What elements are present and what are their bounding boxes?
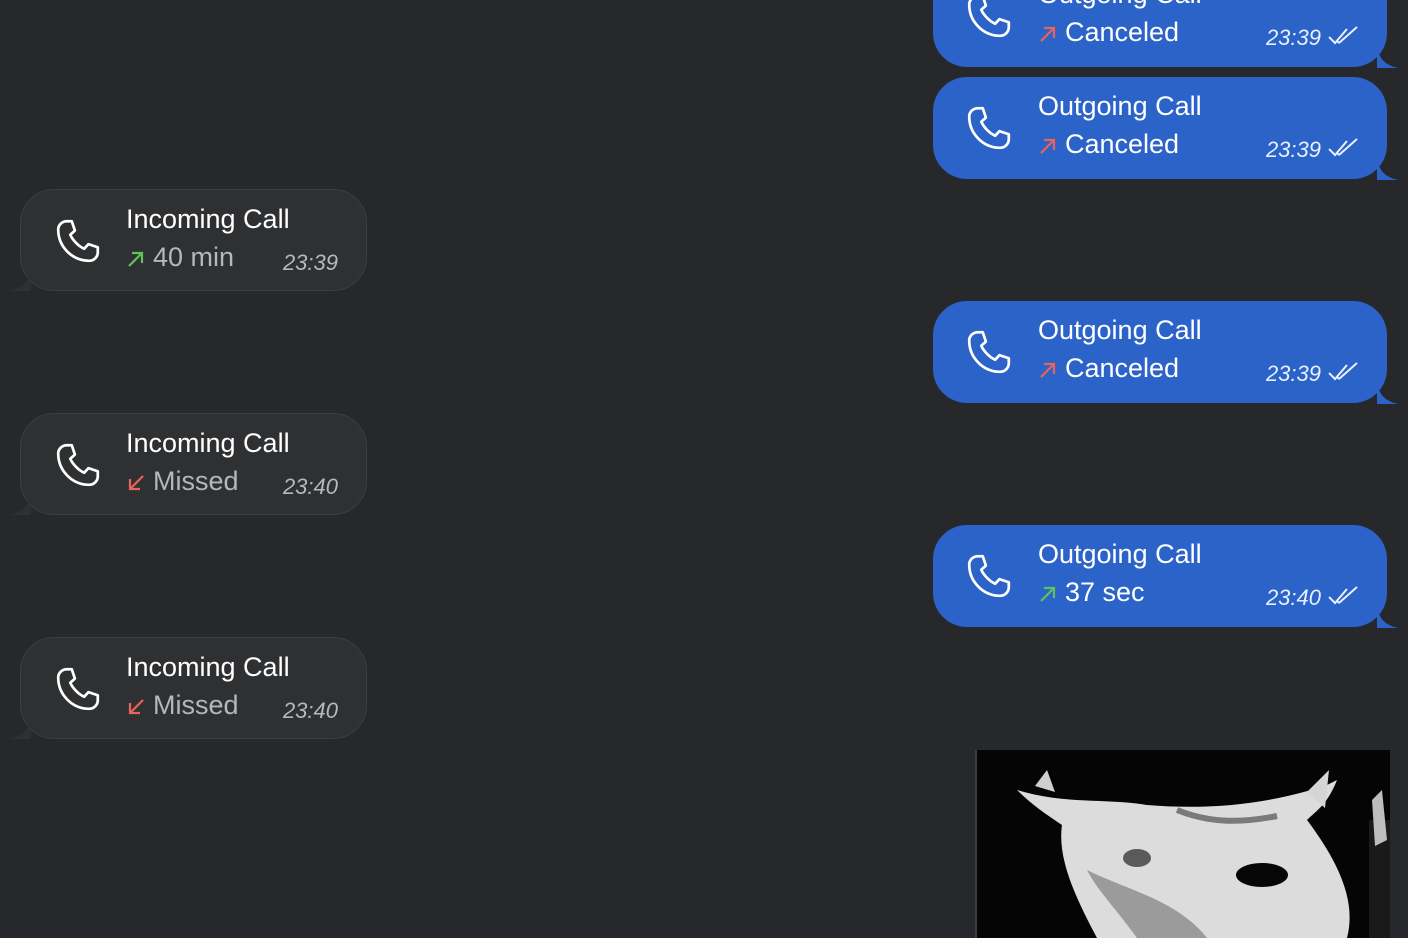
call-status: 40 min <box>125 242 234 273</box>
phone-icon[interactable] <box>964 551 1014 601</box>
arrow-up-right-green-icon <box>1040 586 1056 602</box>
call-status: Canceled <box>1037 353 1179 384</box>
bubble-tail <box>9 717 31 739</box>
call-status-text: Canceled <box>1065 129 1180 159</box>
outgoing-call-message[interactable]: Outgoing Call Canceled 23:39 <box>933 77 1399 180</box>
message-time: 23:39 <box>1265 137 1321 162</box>
outgoing-call-message[interactable]: Outgoing Call Canceled 23:39 <box>933 301 1399 404</box>
arrow-up-right-red-icon <box>1040 138 1056 154</box>
phone-icon[interactable] <box>964 0 1014 41</box>
phone-icon[interactable] <box>53 440 103 490</box>
call-status-text: Canceled <box>1065 17 1180 47</box>
incoming-call-message[interactable]: Incoming Call Missed 23:40 <box>9 637 367 739</box>
call-title: Outgoing Call <box>1038 0 1202 10</box>
bubble-tail <box>1377 158 1399 180</box>
bubble-tail <box>9 269 31 291</box>
call-status-text: Missed <box>153 466 239 496</box>
call-title: Incoming Call <box>126 428 290 458</box>
call-status: Missed <box>125 466 239 497</box>
call-status: Canceled <box>1037 17 1179 48</box>
message-time: 23:40 <box>282 698 338 723</box>
outgoing-call-message[interactable]: Outgoing Call Canceled 23:39 <box>933 0 1399 68</box>
arrow-up-right-red-icon <box>1040 26 1056 42</box>
arrow-down-left-red-icon <box>128 474 144 490</box>
phone-icon[interactable] <box>53 664 103 714</box>
bubble-tail <box>1377 46 1399 68</box>
call-status-text: 40 min <box>153 242 235 272</box>
call-title: Outgoing Call <box>1038 91 1202 121</box>
message-time: 23:39 <box>282 250 338 275</box>
bubble-tail <box>9 493 31 515</box>
call-status: Missed <box>125 690 239 721</box>
double-check-icon <box>1328 138 1358 157</box>
call-title: Incoming Call <box>126 204 290 234</box>
phone-icon[interactable] <box>964 103 1014 153</box>
phone-icon[interactable] <box>964 327 1014 377</box>
arrow-up-right-green-icon <box>128 251 144 267</box>
call-title: Outgoing Call <box>1038 539 1202 569</box>
sticker-image[interactable] <box>975 750 1390 938</box>
incoming-call-message[interactable]: Incoming Call 40 min 23:39 <box>9 189 367 291</box>
message-time: 23:40 <box>1265 585 1321 610</box>
call-status: Canceled <box>1037 129 1179 160</box>
incoming-call-message[interactable]: Incoming Call Missed 23:40 <box>9 413 367 515</box>
outgoing-call-message[interactable]: Outgoing Call 37 sec 23:40 <box>933 525 1399 628</box>
call-status-text: Missed <box>153 690 239 720</box>
call-title: Incoming Call <box>126 652 290 682</box>
call-status: 37 sec <box>1037 577 1145 608</box>
call-status-text: Canceled <box>1065 353 1180 383</box>
phone-icon[interactable] <box>53 216 103 266</box>
message-time: 23:39 <box>1265 25 1321 50</box>
call-title: Outgoing Call <box>1038 315 1202 345</box>
message-time: 23:39 <box>1265 361 1321 386</box>
sticker-graphic <box>977 750 1390 938</box>
call-status-text: 37 sec <box>1065 577 1145 607</box>
arrow-up-right-red-icon <box>1040 362 1056 378</box>
arrow-down-left-red-icon <box>128 698 144 714</box>
message-time: 23:40 <box>282 474 338 499</box>
double-check-icon <box>1328 362 1358 381</box>
bubble-tail <box>1377 606 1399 628</box>
double-check-icon <box>1328 586 1358 605</box>
double-check-icon <box>1328 26 1358 45</box>
bubble-tail <box>1377 382 1399 404</box>
